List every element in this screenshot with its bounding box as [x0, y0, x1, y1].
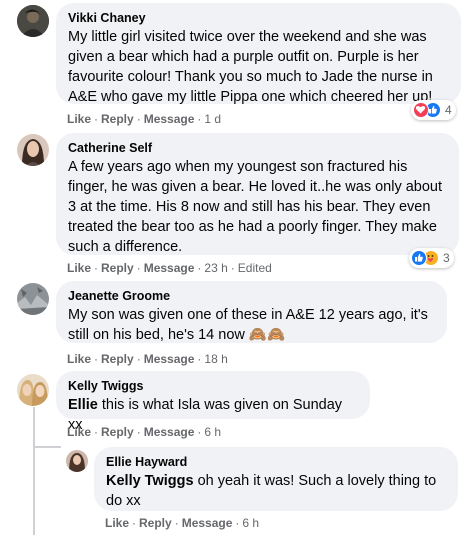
comment-timestamp[interactable]: 18 h [204, 352, 227, 366]
comment-timestamp[interactable]: 23 h [204, 261, 227, 275]
comment-actions: Like · Reply · Message · 18 h [67, 352, 228, 366]
love-reaction-icon [413, 102, 429, 118]
avatar[interactable] [17, 134, 49, 166]
message-button[interactable]: Message [182, 516, 233, 530]
comment-author[interactable]: Vikki Chaney [68, 10, 449, 26]
reply-button[interactable]: Reply [101, 425, 134, 439]
reaction-summary[interactable]: 4 [411, 100, 456, 120]
comment-text: A few years ago when my youngest son fra… [68, 159, 443, 255]
comment-author[interactable]: Ellie Hayward [106, 454, 446, 470]
comment-text: My little girl visited twice over the we… [68, 29, 433, 105]
like-button[interactable]: Like [67, 112, 91, 126]
message-button[interactable]: Message [144, 112, 195, 126]
mention-link[interactable]: Ellie [68, 397, 98, 413]
comment-author[interactable]: Jeanette Groome [68, 288, 435, 304]
comment: Catherine Self A few years ago when my y… [0, 130, 476, 275]
comment-author[interactable]: Kelly Twiggs [68, 378, 358, 394]
avatar[interactable] [17, 374, 49, 406]
edited-label[interactable]: Edited [238, 261, 272, 275]
reply-comment: Ellie Hayward Kelly Twiggs oh yeah it wa… [0, 446, 476, 535]
like-button[interactable]: Like [67, 425, 91, 439]
comment-bubble: Ellie Hayward Kelly Twiggs oh yeah it wa… [94, 447, 458, 511]
reply-button[interactable]: Reply [101, 261, 134, 275]
reaction-count: 3 [443, 251, 450, 265]
avatar-photo-icon [17, 374, 49, 406]
like-reaction-icon [411, 250, 427, 266]
comment-actions: Like · Reply · Message · 6 h [105, 516, 260, 530]
mention-link[interactable]: Kelly Twiggs [106, 473, 194, 489]
reaction-summary[interactable]: 3 [409, 248, 454, 268]
comment-actions: Like · Reply · Message · 6 h [67, 425, 222, 439]
comment-text: Kelly Twiggs oh yeah it was! Such a love… [106, 471, 446, 511]
comment-bubble: Jeanette Groome My son was given one of … [56, 281, 447, 343]
reply-button[interactable]: Reply [101, 352, 134, 366]
comment-timestamp[interactable]: 6 h [204, 425, 221, 439]
reaction-count: 4 [445, 103, 452, 117]
comment: Jeanette Groome My son was given one of … [0, 281, 476, 367]
avatar[interactable] [17, 283, 49, 315]
comment-bubble: Vikki Chaney My little girl visited twic… [56, 3, 461, 105]
comment-bubble: Catherine Self A few years ago when my y… [56, 133, 459, 255]
comment-actions: Like · Reply · Message · 1 d [67, 112, 222, 126]
comment-bubble: Kelly Twiggs Ellie this is what Isla was… [56, 371, 370, 433]
comment-author[interactable]: Catherine Self [68, 140, 447, 156]
avatar-photo-icon [17, 283, 49, 315]
avatar-photo-icon [17, 134, 49, 166]
message-button[interactable]: Message [144, 352, 195, 366]
comment: Vikki Chaney My little girl visited twic… [0, 0, 476, 130]
like-button[interactable]: Like [105, 516, 129, 530]
avatar[interactable] [17, 5, 49, 37]
comment-timestamp[interactable]: 1 d [204, 112, 221, 126]
reply-button[interactable]: Reply [139, 516, 172, 530]
message-button[interactable]: Message [144, 425, 195, 439]
comment-text: My son was given one of these in A&E 12 … [68, 307, 428, 343]
avatar[interactable] [66, 450, 88, 472]
avatar-photo-icon [66, 450, 88, 472]
reply-button[interactable]: Reply [101, 112, 134, 126]
avatar-photo-icon [17, 5, 49, 37]
message-button[interactable]: Message [144, 261, 195, 275]
like-button[interactable]: Like [67, 261, 91, 275]
comment: Kelly Twiggs Ellie this is what Isla was… [0, 371, 476, 441]
like-button[interactable]: Like [67, 352, 91, 366]
comment-actions: Like · Reply · Message · 23 h · Edited [67, 261, 272, 275]
comment-timestamp[interactable]: 6 h [242, 516, 259, 530]
